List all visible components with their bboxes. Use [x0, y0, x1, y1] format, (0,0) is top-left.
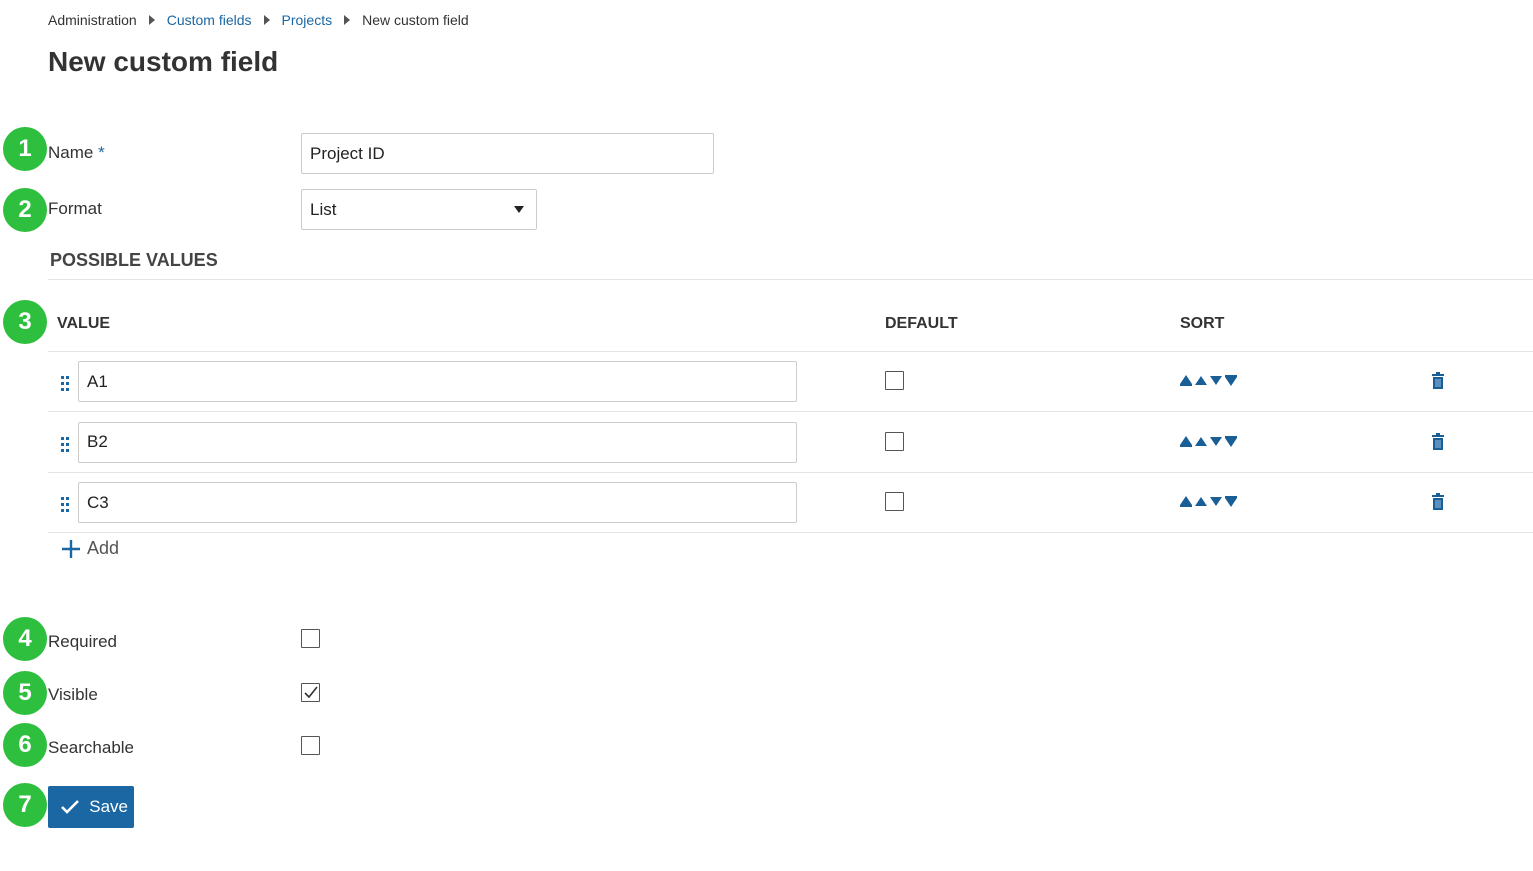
column-header-value: VALUE — [57, 315, 111, 332]
move-up-icon[interactable] — [1195, 497, 1207, 506]
drag-handle-icon[interactable] — [61, 436, 69, 453]
value-input[interactable]: A1 — [78, 361, 797, 402]
move-up-icon[interactable] — [1195, 376, 1207, 385]
sort-controls — [1180, 496, 1237, 507]
move-top-icon[interactable] — [1180, 435, 1192, 447]
add-value-button[interactable]: Add — [61, 538, 119, 559]
visible-checkbox[interactable] — [301, 683, 320, 702]
annotation-badge: 5 — [3, 671, 47, 715]
sort-controls — [1180, 435, 1237, 447]
move-up-icon[interactable] — [1195, 436, 1207, 446]
annotation-badge: 1 — [3, 127, 47, 171]
save-button[interactable]: Save — [48, 786, 134, 828]
annotation-badge: 7 — [3, 783, 47, 827]
save-label: Save — [89, 797, 128, 816]
default-checkbox[interactable] — [885, 371, 904, 390]
name-input[interactable]: Project ID — [301, 133, 714, 174]
value-input[interactable]: B2 — [78, 421, 797, 463]
sort-controls — [1180, 375, 1237, 386]
move-down-icon[interactable] — [1210, 436, 1222, 446]
column-header-sort: SORT — [1180, 315, 1225, 332]
column-header-default: DEFAULT — [885, 315, 958, 332]
required-checkbox[interactable] — [301, 629, 320, 648]
breadcrumb-projects[interactable]: Projects — [282, 12, 333, 28]
value-input[interactable]: C3 — [78, 482, 797, 523]
move-bottom-icon[interactable] — [1225, 375, 1237, 386]
annotation-badge: 4 — [3, 617, 47, 661]
chevron-right-icon — [344, 15, 351, 25]
required-mark: * — [98, 143, 105, 162]
drag-handle-icon[interactable] — [61, 376, 69, 392]
required-label: Required — [48, 632, 117, 651]
divider — [48, 471, 1533, 473]
trash-icon[interactable] — [1432, 432, 1444, 450]
page-title: New custom field — [48, 46, 279, 77]
move-top-icon[interactable] — [1180, 375, 1192, 386]
annotation-badge: 3 — [3, 300, 47, 344]
breadcrumb-administration[interactable]: Administration — [48, 12, 137, 28]
trash-icon[interactable] — [1432, 372, 1444, 389]
format-select[interactable]: List — [301, 189, 537, 230]
move-bottom-icon[interactable] — [1225, 435, 1237, 447]
breadcrumb: Administration Custom fields Projects Ne… — [48, 12, 469, 28]
possible-values-heading: POSSIBLE VALUES — [50, 250, 218, 270]
move-bottom-icon[interactable] — [1225, 496, 1237, 507]
name-label: Name * — [48, 143, 105, 162]
plus-icon — [62, 539, 80, 558]
chevron-right-icon — [263, 15, 270, 25]
move-down-icon[interactable] — [1210, 497, 1222, 506]
breadcrumb-custom-fields[interactable]: Custom fields — [167, 12, 252, 28]
annotation-badge: 6 — [3, 723, 47, 767]
drag-handle-icon[interactable] — [61, 497, 69, 513]
trash-icon[interactable] — [1432, 493, 1444, 510]
divider — [48, 351, 1533, 352]
visible-label: Visible — [48, 685, 98, 704]
caret-down-icon — [514, 206, 524, 213]
searchable-checkbox[interactable] — [301, 736, 320, 755]
divider — [48, 532, 1533, 533]
chevron-right-icon — [148, 15, 155, 25]
format-value: List — [310, 199, 337, 219]
checkmark-icon — [61, 800, 79, 814]
annotation-badge: 2 — [3, 188, 47, 232]
divider — [48, 279, 1533, 280]
add-label: Add — [87, 538, 120, 558]
breadcrumb-current: New custom field — [362, 12, 469, 28]
checkmark-icon — [304, 686, 318, 699]
default-checkbox[interactable] — [885, 492, 904, 511]
divider — [48, 411, 1533, 412]
move-down-icon[interactable] — [1210, 376, 1222, 385]
default-checkbox[interactable] — [885, 431, 904, 451]
move-top-icon[interactable] — [1180, 496, 1192, 507]
format-label: Format — [48, 199, 102, 218]
searchable-label: Searchable — [48, 738, 135, 757]
